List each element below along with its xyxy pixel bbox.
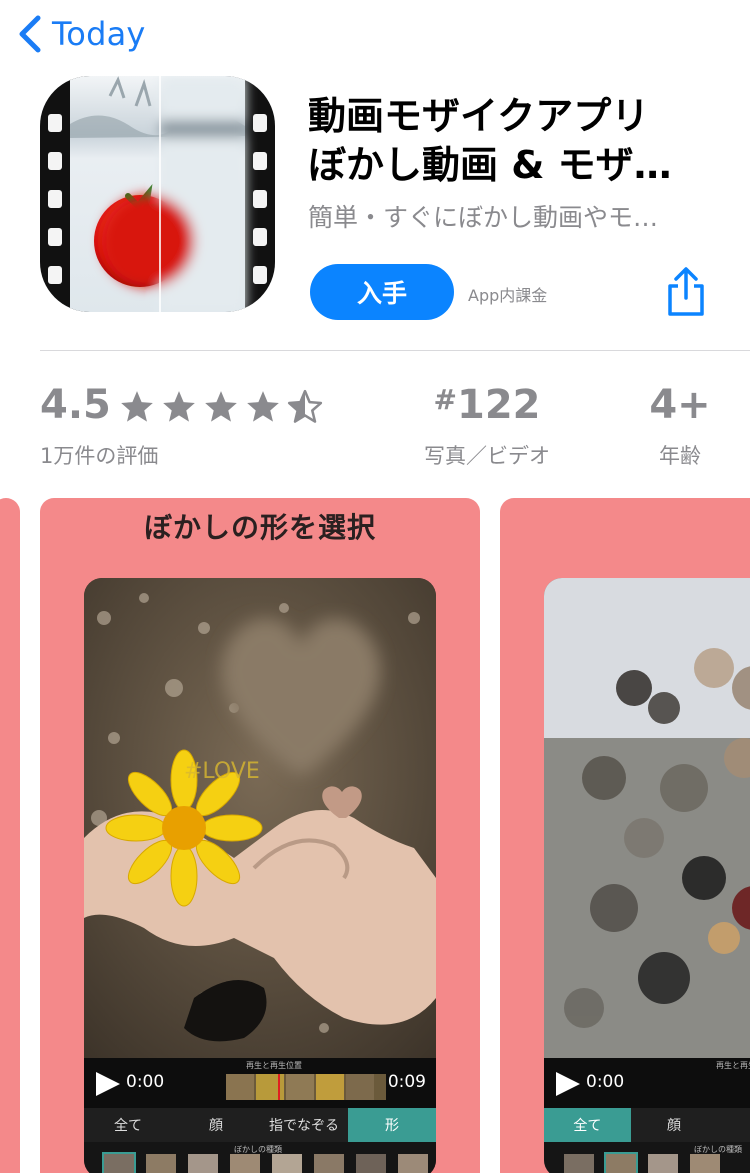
video-player-bar: 0:00 再生と再生位置 bbox=[544, 1058, 750, 1108]
screenshot-phone-frame: 0:00 再生と再生位置 全て 顔 指 ぼかしの種類 bbox=[544, 578, 750, 1173]
screenshot-heading: ぼかしの形を選択 bbox=[143, 511, 376, 544]
tab-finger-trace[interactable]: 指でなぞる bbox=[260, 1108, 348, 1142]
blur-thumb[interactable] bbox=[398, 1154, 428, 1173]
blur-thumb[interactable] bbox=[690, 1154, 720, 1173]
screenshot-previous[interactable] bbox=[0, 498, 20, 1173]
love-text: #LOVE bbox=[184, 759, 260, 784]
blur-thumb[interactable] bbox=[188, 1154, 218, 1173]
play-icon[interactable] bbox=[92, 1070, 122, 1098]
get-button[interactable]: 入手 bbox=[310, 264, 454, 320]
chevron-left-icon bbox=[19, 15, 41, 53]
blur-thumb[interactable] bbox=[102, 1152, 136, 1173]
time-end: 0:09 bbox=[387, 1072, 426, 1092]
screenshot-phone-frame: #LOVE 0:00 再生と再生位置 0:09 全て 顔 指でなぞる 形 ぼかし… bbox=[84, 578, 436, 1173]
screenshot-photo-mosaic bbox=[544, 578, 750, 1058]
app-title-line1: 動画モザイクアプリ bbox=[308, 94, 650, 138]
chart-rank: #122 bbox=[420, 382, 554, 428]
blur-thumb[interactable] bbox=[230, 1154, 260, 1173]
screenshot-photo: #LOVE bbox=[84, 578, 436, 1058]
share-icon bbox=[668, 267, 704, 316]
blur-type-thumbnails: ぼかしの種類 bbox=[544, 1142, 750, 1173]
screenshot-main[interactable]: ぼかしの形を選択 #LOVE 0:00 再生と再生位置 0:09 全て 顔 指で… bbox=[40, 498, 480, 1173]
time-start: 0:00 bbox=[126, 1072, 165, 1092]
time-start: 0:00 bbox=[586, 1072, 625, 1092]
age-rating: 4+ bbox=[649, 382, 711, 428]
share-button[interactable] bbox=[664, 266, 708, 318]
blur-thumb[interactable] bbox=[564, 1154, 594, 1173]
divider bbox=[40, 350, 750, 351]
blur-thumb[interactable] bbox=[146, 1154, 176, 1173]
rating-count: 1万件の評価 bbox=[40, 444, 159, 468]
back-label: Today bbox=[52, 15, 146, 53]
star-icon bbox=[163, 391, 195, 422]
blur-thumb[interactable] bbox=[648, 1154, 678, 1173]
tab-shape[interactable]: 形 bbox=[348, 1108, 436, 1142]
in-app-purchase-label: App内課金 bbox=[468, 286, 548, 305]
timeline-label: 再生と再生位置 bbox=[716, 1061, 750, 1070]
rank-hash: # bbox=[433, 383, 457, 416]
rating-stars bbox=[118, 388, 324, 426]
mode-tabs: 全て 顔 指 bbox=[544, 1108, 750, 1142]
tab-all[interactable]: 全て bbox=[544, 1108, 631, 1142]
blur-thumb[interactable] bbox=[604, 1152, 638, 1173]
tab-face[interactable]: 顔 bbox=[172, 1108, 260, 1142]
screenshot-next[interactable]: 0:00 再生と再生位置 全て 顔 指 ぼかしの種類 bbox=[500, 498, 750, 1173]
rank-category: 写真／ビデオ bbox=[424, 444, 550, 468]
tab-finger-trace[interactable]: 指 bbox=[717, 1108, 750, 1142]
star-icon bbox=[247, 391, 279, 422]
blur-type-thumbnails: ぼかしの種類 bbox=[84, 1142, 436, 1173]
tab-face[interactable]: 顔 bbox=[631, 1108, 718, 1142]
video-player-bar: 0:00 再生と再生位置 0:09 bbox=[84, 1058, 436, 1108]
tab-all[interactable]: 全て bbox=[84, 1108, 172, 1142]
app-title-line2: ぼかし動画 & モザ… bbox=[308, 143, 672, 187]
rating-value: 4.5 bbox=[40, 382, 111, 428]
blur-thumb[interactable] bbox=[272, 1154, 302, 1173]
blur-thumb[interactable] bbox=[314, 1154, 344, 1173]
video-timeline[interactable] bbox=[226, 1074, 386, 1100]
app-subtitle: 簡単・すぐにぼかし動画やモ… bbox=[308, 203, 659, 232]
playhead[interactable] bbox=[278, 1074, 280, 1100]
timeline-label: 再生と再生位置 bbox=[246, 1061, 302, 1070]
star-icon bbox=[121, 391, 153, 422]
mode-tabs: 全て 顔 指でなぞる 形 bbox=[84, 1108, 436, 1142]
play-icon[interactable] bbox=[552, 1070, 582, 1098]
age-label: 年齢 bbox=[659, 444, 701, 468]
rank-number: 122 bbox=[456, 382, 541, 428]
back-button[interactable]: Today bbox=[16, 12, 146, 56]
half-star-icon bbox=[287, 389, 323, 423]
app-icon bbox=[40, 76, 275, 312]
star-icon bbox=[205, 391, 237, 422]
blur-thumb[interactable] bbox=[356, 1154, 386, 1173]
